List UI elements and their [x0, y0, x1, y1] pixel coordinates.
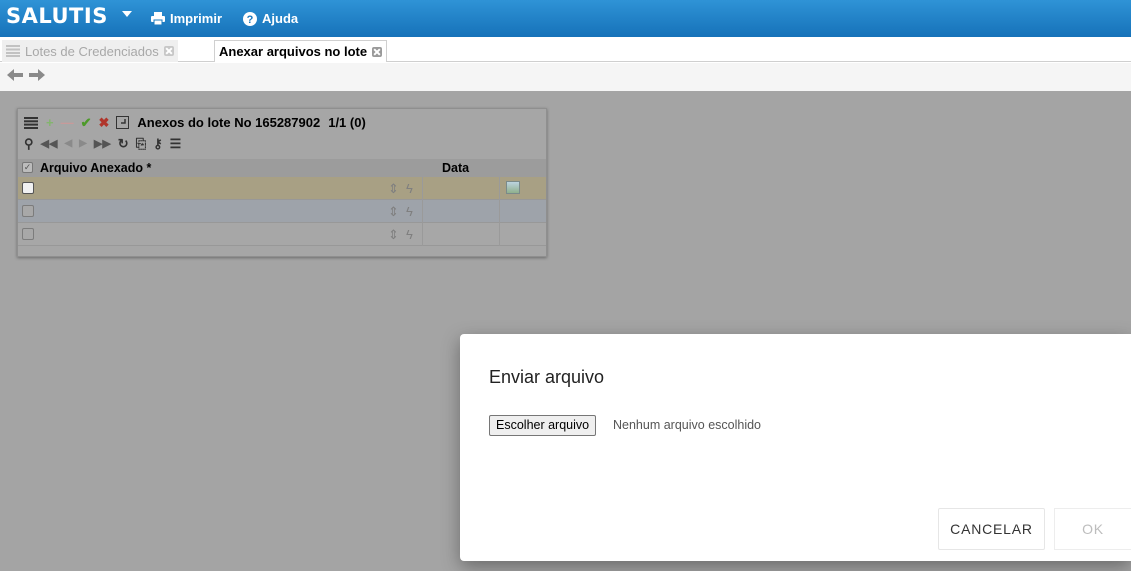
next-record-icon[interactable]: ▶ [79, 137, 87, 151]
tab-lotes-credenciados[interactable]: Lotes de Credenciados [2, 40, 178, 62]
attachments-panel: + — ✔ ✖ Anexos do lote No 165287902 1/1 … [17, 108, 547, 257]
record-count: 1/1 (0) [328, 115, 366, 130]
svg-text:?: ? [247, 14, 254, 26]
chevron-down-icon[interactable] [122, 11, 132, 17]
column-divider [499, 223, 500, 246]
tab-label: Lotes de Credenciados [25, 43, 159, 59]
lightning-icon[interactable]: ϟ [406, 204, 413, 219]
row-checkbox[interactable] [22, 205, 34, 217]
confirm-check-icon[interactable]: ✔ [81, 115, 92, 130]
list-icon [6, 45, 20, 57]
table-row[interactable]: ⇕ ϟ [18, 177, 546, 200]
cancel-button[interactable]: CANCELAR [938, 508, 1045, 550]
print-label: Imprimir [170, 11, 223, 26]
printer-icon [151, 12, 165, 25]
tab-anexar-arquivos[interactable]: Anexar arquivos no lote [214, 40, 388, 62]
panel-toolbar-row1: + — ✔ ✖ Anexos do lote No 165287902 1/1 … [24, 115, 366, 130]
sort-stepper-icon[interactable]: ⇕ [388, 204, 399, 220]
key-icon[interactable]: ⚷ [153, 137, 163, 151]
dialog-title: Enviar arquivo [489, 367, 605, 387]
top-header-bar: SALUTIS Imprimir ? Ajuda [0, 0, 1131, 37]
first-record-icon[interactable]: ◀◀ [41, 137, 58, 151]
navigation-row [0, 63, 1131, 91]
app-logo[interactable]: SALUTIS [6, 4, 108, 28]
last-record-icon[interactable]: ▶▶ [94, 137, 111, 151]
back-arrow-icon[interactable] [7, 69, 23, 81]
remove-icon[interactable]: — [61, 115, 74, 130]
list-icon[interactable] [24, 116, 38, 129]
sort-stepper-icon[interactable]: ⇕ [388, 227, 399, 243]
column-header-arquivo[interactable]: Arquivo Anexado * [40, 161, 151, 175]
file-status-text: Nenhum arquivo escolhido [613, 418, 762, 432]
row-checkbox[interactable] [22, 228, 34, 240]
open-dropdown-icon[interactable] [116, 116, 130, 129]
previous-record-icon[interactable]: ◀ [64, 137, 72, 151]
table-row[interactable]: ⇕ ϟ [18, 200, 546, 223]
upload-dialog: Enviar arquivo Escolher arquivo Nenhum a… [460, 334, 1131, 561]
lightning-icon[interactable]: ϟ [406, 227, 413, 242]
table-row[interactable]: ⇕ ϟ [18, 223, 546, 246]
export-icon[interactable]: ⎘ [136, 137, 146, 151]
panel-title: Anexos do lote No 165287902 [137, 115, 321, 130]
column-divider [422, 223, 423, 246]
row-checkbox[interactable] [22, 182, 34, 194]
forward-arrow-icon[interactable] [29, 69, 45, 81]
details-list-icon[interactable]: ☰ [170, 137, 182, 151]
lightning-icon[interactable]: ϟ [406, 181, 413, 196]
select-all-checkbox[interactable]: ✓ [22, 162, 33, 173]
cancel-x-icon[interactable]: ✖ [99, 115, 110, 130]
choose-file-button[interactable]: Escolher arquivo [489, 415, 597, 436]
close-icon[interactable] [163, 46, 174, 56]
ok-button[interactable]: OK [1054, 508, 1131, 550]
help-label: Ajuda [262, 11, 299, 26]
tab-strip: Lotes de Credenciados Anexar arquivos no… [0, 37, 1131, 62]
column-divider [499, 177, 500, 200]
panel-toolbar-row2: ⚲ ◀◀ ◀ ▶ ▶▶ ↻ ⎘ ⚷ ☰ [24, 137, 188, 151]
column-header-data[interactable]: Data [442, 161, 469, 175]
add-icon[interactable]: + [46, 115, 54, 130]
sort-stepper-icon[interactable]: ⇕ [388, 181, 399, 197]
refresh-icon[interactable]: ↻ [118, 137, 129, 151]
help-icon: ? [243, 11, 257, 26]
tab-label: Anexar arquivos no lote [219, 44, 368, 59]
print-menu-item[interactable]: Imprimir [151, 11, 222, 26]
close-icon[interactable] [372, 46, 383, 57]
grid-header: ✓ Arquivo Anexado * Data [18, 159, 546, 177]
image-upload-icon[interactable] [506, 181, 520, 194]
column-divider [422, 177, 423, 200]
search-icon[interactable]: ⚲ [24, 137, 34, 151]
column-divider [499, 200, 500, 223]
help-menu-item[interactable]: ? Ajuda [243, 11, 298, 26]
column-divider [422, 200, 423, 223]
